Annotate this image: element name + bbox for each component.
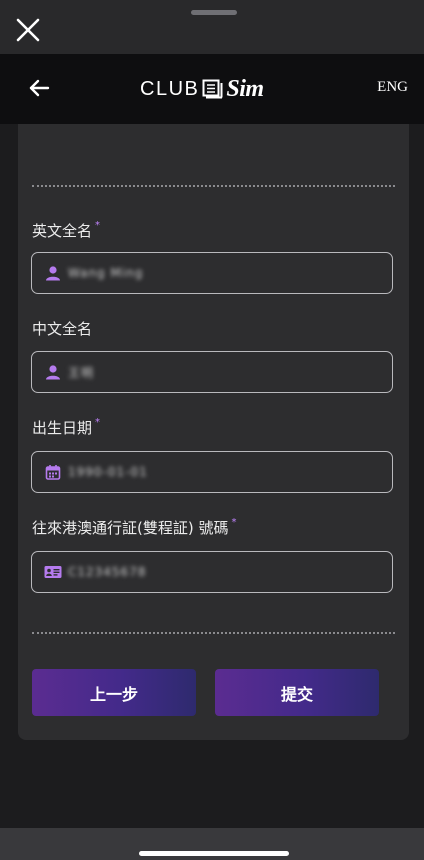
sheet-header — [0, 0, 424, 54]
english-name-value: Wang Ming — [68, 266, 144, 280]
birth-date-field[interactable]: 1990-01-01 — [31, 451, 393, 493]
previous-step-button[interactable]: 上一步 — [32, 669, 196, 716]
home-indicator[interactable] — [139, 851, 289, 856]
back-button[interactable] — [28, 77, 54, 101]
logo-mark-icon — [202, 79, 223, 99]
logo-text: CLUB — [140, 77, 200, 100]
close-icon — [16, 18, 40, 42]
birth-date-value: 1990-01-01 — [68, 465, 148, 479]
logo-suffix: Sim — [226, 75, 264, 102]
id-card-icon — [44, 563, 62, 581]
top-divider — [32, 185, 395, 187]
person-icon — [44, 363, 62, 381]
birth-date-label: 出生日期 * — [32, 417, 101, 437]
travel-permit-field[interactable]: C12345678 — [31, 551, 393, 593]
close-button[interactable] — [12, 14, 44, 46]
english-name-field[interactable]: Wang Ming — [31, 252, 393, 294]
person-icon — [44, 264, 62, 282]
english-name-label: 英文全名 * — [32, 220, 101, 240]
bottom-divider — [32, 632, 395, 634]
travel-permit-value: C12345678 — [68, 565, 147, 579]
language-toggle[interactable]: ENG — [377, 79, 408, 96]
form-card: 英文全名 * Wang Ming 中文全名 王明 出生日期 * 1990-01-… — [18, 124, 409, 740]
app-bar: CLUB Sim ENG — [0, 54, 424, 124]
chinese-name-label: 中文全名 — [32, 320, 93, 338]
submit-button[interactable]: 提交 — [215, 669, 379, 716]
club-sim-logo: CLUB Sim — [140, 74, 264, 104]
calendar-icon — [44, 463, 62, 481]
chinese-name-value: 王明 — [68, 365, 95, 380]
sheet-grabber[interactable] — [191, 10, 237, 15]
arrow-left-icon — [29, 79, 50, 97]
chinese-name-field[interactable]: 王明 — [31, 351, 393, 393]
travel-permit-label: 往來港澳通行証(雙程証) 號碼 * — [32, 517, 237, 537]
